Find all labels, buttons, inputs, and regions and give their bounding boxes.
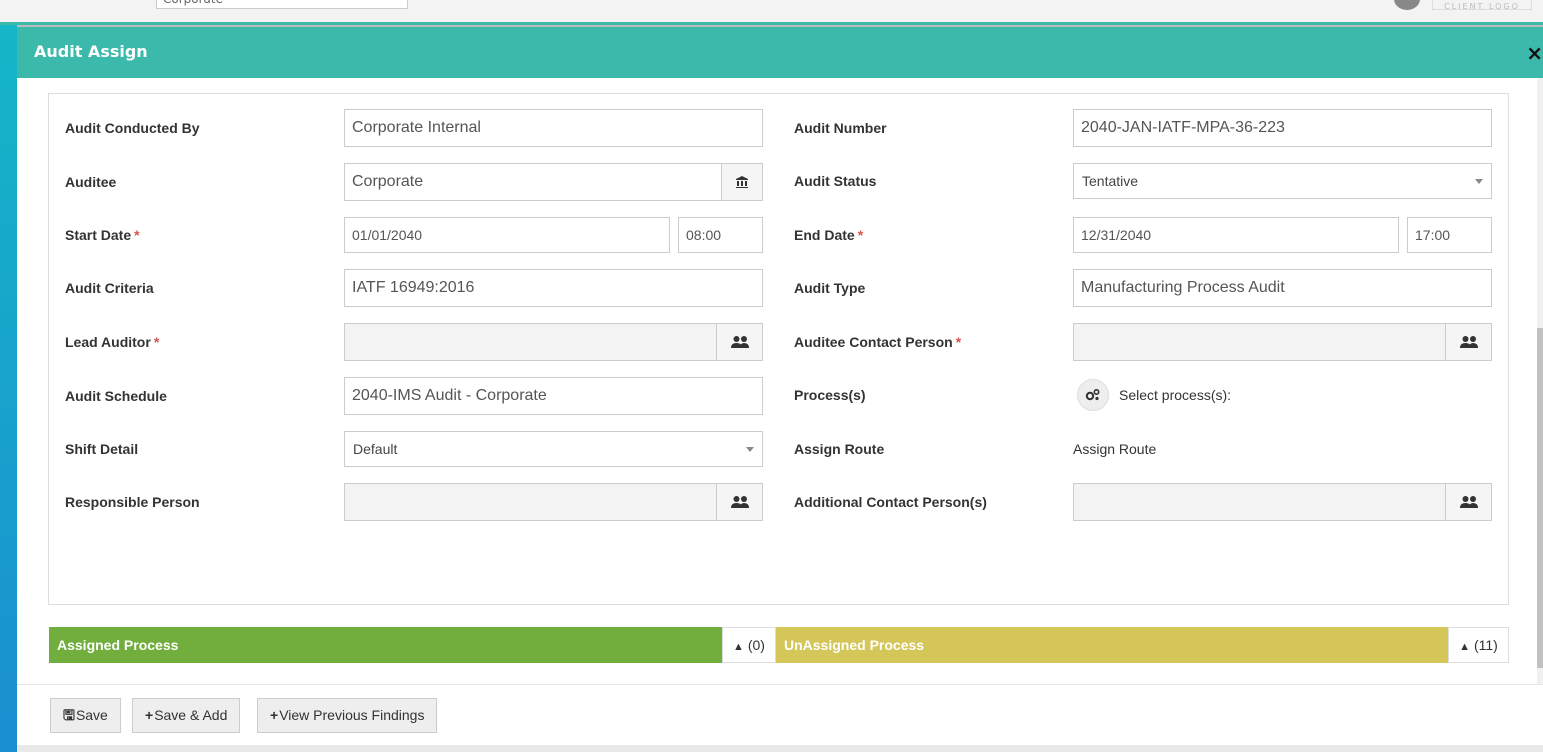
responsible-person-label: Responsible Person (65, 494, 200, 510)
additional-contacts-label: Additional Contact Person(s) (794, 494, 987, 510)
audit-number-label: Audit Number (794, 120, 887, 136)
auditee-contact-field[interactable] (1073, 323, 1446, 361)
lead-auditor-field[interactable] (344, 323, 717, 361)
company-select[interactable]: Corporate (156, 0, 408, 9)
end-date-field[interactable]: 12/31/2040 (1073, 217, 1399, 253)
auditee-field[interactable]: Corporate (344, 163, 722, 201)
unassigned-process-count[interactable]: ▲ (11) (1448, 627, 1509, 663)
assigned-process-count[interactable]: ▲ (0) (722, 627, 776, 663)
shift-detail-value: Default (353, 441, 398, 457)
background-sidebar (0, 25, 17, 752)
assign-route-value: Assign Route (1073, 441, 1157, 457)
start-date-label: Start Date * (65, 226, 140, 244)
audit-status-select[interactable]: Tentative (1073, 163, 1492, 199)
start-date-field[interactable]: 01/01/2040 (344, 217, 670, 253)
audit-schedule-field[interactable]: 2040-IMS Audit - Corporate (344, 377, 763, 415)
modal-scrollbar[interactable] (1537, 78, 1543, 685)
scrollbar-thumb[interactable] (1537, 328, 1543, 668)
assigned-process-bar[interactable]: Assigned Process (49, 627, 723, 663)
end-date-label: End Date * (794, 226, 863, 244)
required-marker: * (955, 334, 962, 350)
gears-icon[interactable] (1077, 379, 1109, 411)
audit-criteria-field[interactable]: IATF 16949:2016 (344, 269, 763, 307)
chevron-down-icon (1475, 179, 1483, 184)
client-logo: CLIENT LOGO (1432, 0, 1532, 10)
lead-auditor-label-text: Lead Auditor (65, 334, 151, 350)
required-marker: * (153, 334, 160, 350)
modal-body: Audit Conducted By Corporate Internal Au… (17, 78, 1543, 685)
additional-contacts-field[interactable] (1073, 483, 1446, 521)
users-icon[interactable] (1445, 483, 1492, 521)
cubes-icon: ▲ (733, 641, 744, 653)
unassigned-process-bar[interactable]: UnAssigned Process (776, 627, 1449, 663)
audit-conducted-by-label: Audit Conducted By (65, 120, 200, 136)
modal-header: Audit Assign × (17, 27, 1543, 78)
audit-number-field[interactable]: 2040-JAN-IATF-MPA-36-223 (1073, 109, 1492, 147)
modal-footer: 🖫Save +Save & Add +View Previous Finding… (17, 684, 1543, 745)
floppy-disk-icon: 🖫 (63, 707, 75, 723)
audit-conducted-by-field[interactable]: Corporate Internal (344, 109, 763, 147)
processes-label: Process(s) (794, 387, 866, 403)
audit-type-field[interactable]: Manufacturing Process Audit (1073, 269, 1492, 307)
audit-type-label: Audit Type (794, 280, 866, 296)
chevron-down-icon (746, 447, 754, 452)
required-marker: * (857, 227, 864, 243)
user-avatar[interactable] (1394, 0, 1420, 10)
unassigned-count-text: (11) (1473, 637, 1498, 653)
users-icon[interactable] (716, 323, 763, 361)
assigned-count-text: (0) (747, 637, 765, 653)
shift-detail-select[interactable]: Default (344, 431, 763, 467)
shift-detail-label: Shift Detail (65, 441, 139, 457)
audit-status-label: Audit Status (794, 173, 877, 189)
close-icon[interactable]: × (1526, 41, 1543, 65)
cubes-icon: ▲ (1459, 641, 1471, 653)
audit-assign-modal: Audit Assign × Audit Conducted By Corpor… (17, 27, 1543, 745)
select-processes-text[interactable]: Select process(s): (1119, 386, 1231, 404)
start-date-label-text: Start Date (65, 227, 132, 243)
save-and-add-button[interactable]: +Save & Add (132, 698, 241, 733)
start-time-field[interactable]: 08:00 (678, 217, 763, 253)
assign-route-label: Assign Route (794, 441, 885, 457)
save-button-label: Save (75, 707, 108, 723)
end-date-label-text: End Date (794, 227, 855, 243)
audit-criteria-label: Audit Criteria (65, 280, 154, 296)
required-marker: * (134, 227, 140, 243)
users-icon[interactable] (1445, 323, 1492, 361)
auditee-contact-label: Auditee Contact Person * (794, 333, 961, 351)
background-bottom (17, 745, 1543, 752)
end-time-field[interactable]: 17:00 (1407, 217, 1492, 253)
audit-status-value: Tentative (1082, 173, 1139, 189)
audit-schedule-label: Audit Schedule (65, 388, 167, 404)
modal-title: Audit Assign (34, 42, 148, 61)
save-button[interactable]: 🖫Save (50, 698, 121, 733)
save-and-add-label: Save & Add (154, 707, 228, 723)
plus-icon: + (145, 707, 154, 723)
lead-auditor-label: Lead Auditor * (65, 333, 159, 351)
audit-form-panel: Audit Conducted By Corporate Internal Au… (48, 93, 1509, 605)
auditee-contact-label-text: Auditee Contact Person (794, 334, 953, 350)
auditee-label: Auditee (65, 174, 117, 190)
view-previous-findings-button[interactable]: +View Previous Findings (257, 698, 438, 733)
background-top-bar: Corporate CLIENT LOGO (0, 0, 1543, 25)
view-previous-findings-label: View Previous Findings (279, 707, 425, 723)
responsible-person-field[interactable] (344, 483, 717, 521)
users-icon[interactable] (716, 483, 763, 521)
building-icon[interactable] (721, 163, 763, 201)
plus-icon: + (270, 707, 279, 723)
